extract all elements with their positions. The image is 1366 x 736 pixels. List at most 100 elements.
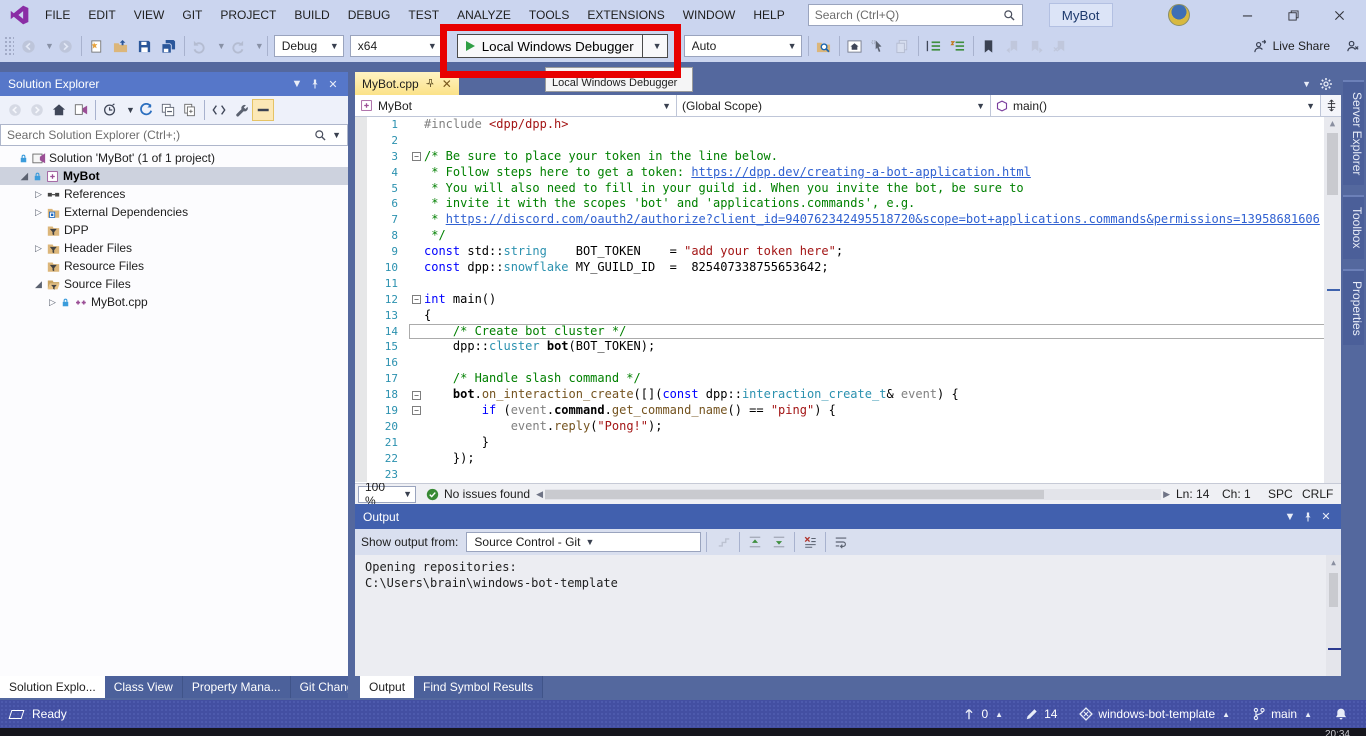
tree-item-mybot[interactable]: ◢MyBot — [0, 167, 348, 185]
solution-platforms-dropdown[interactable]: x64▼ — [350, 35, 442, 57]
toolbar-grip[interactable] — [4, 36, 14, 56]
fold-collapse-box-icon[interactable]: − — [409, 387, 424, 403]
status-pending-edits[interactable]: 14 — [1025, 707, 1057, 721]
menu-view[interactable]: VIEW — [125, 0, 174, 30]
code-line-10[interactable]: 10const dpp::snowflake MY_GUILD_ID = 825… — [355, 260, 1341, 276]
output-console[interactable]: Opening repositories:C:\Users\brain\wind… — [355, 555, 1341, 676]
close-button[interactable] — [1316, 0, 1362, 30]
code-line-5[interactable]: 5 * You will also need to fill in your g… — [355, 181, 1341, 197]
window-position-chevron-icon[interactable]: ▼ — [1281, 511, 1299, 523]
editor-horizontal-scrollbar[interactable]: ◀ ▶ — [536, 489, 1170, 500]
editor-vertical-scrollbar[interactable]: ▲ — [1324, 117, 1341, 483]
menu-test[interactable]: TEST — [399, 0, 448, 30]
breakpoint-margin[interactable] — [355, 451, 367, 467]
pin-icon[interactable] — [425, 78, 436, 89]
redo-icon[interactable] — [226, 34, 250, 58]
fold-collapse-box-icon[interactable]: − — [409, 292, 424, 308]
collapse-all-icon[interactable] — [157, 99, 179, 121]
panel-tab-find-symbol-results[interactable]: Find Symbol Results — [414, 676, 543, 698]
properties-wrench-icon[interactable] — [230, 99, 252, 121]
tab-list-chevron-icon[interactable]: ▼ — [1302, 79, 1311, 89]
health-indicator[interactable]: No issues found — [426, 487, 530, 501]
code-line-17[interactable]: 17 /* Handle slash command */ — [355, 371, 1341, 387]
code-line-7[interactable]: 7 * https://discord.com/oauth2/authorize… — [355, 212, 1341, 228]
menu-window[interactable]: WINDOW — [674, 0, 745, 30]
tree-item-header-files[interactable]: ▷Header Files — [0, 239, 348, 257]
project-quick-launch-button[interactable]: MyBot — [1049, 3, 1113, 27]
debug-target-auto-dropdown[interactable]: Auto▼ — [684, 35, 802, 57]
window-home-icon[interactable] — [843, 34, 867, 58]
type-scope-dropdown[interactable]: (Global Scope)▼ — [677, 95, 991, 116]
tool-tab-solution-explo[interactable]: Solution Explo... — [0, 676, 105, 698]
scroll-right-icon[interactable]: ▶ — [1163, 489, 1170, 500]
breakpoint-margin[interactable] — [355, 244, 367, 260]
home-icon[interactable] — [48, 99, 70, 121]
selection-pointer-icon[interactable] — [867, 34, 891, 58]
tree-item-external-dependencies[interactable]: ▷External Dependencies — [0, 203, 348, 221]
panel-splitter[interactable] — [348, 72, 355, 676]
code-line-11[interactable]: 11 — [355, 276, 1341, 292]
breakpoint-margin[interactable] — [355, 165, 367, 181]
breakpoint-margin[interactable] — [355, 149, 367, 165]
menu-help[interactable]: HELP — [744, 0, 793, 30]
status-commits-outgoing[interactable]: 0▲ — [962, 707, 1003, 721]
solution-configurations-dropdown[interactable]: Debug▼ — [274, 35, 344, 57]
tree-item-source-files[interactable]: ◢Source Files — [0, 275, 348, 293]
breakpoint-margin[interactable] — [355, 387, 367, 403]
menu-extensions[interactable]: EXTENSIONS — [578, 0, 673, 30]
menu-analyze[interactable]: ANALYZE — [448, 0, 520, 30]
scrollbar-thumb[interactable] — [1327, 133, 1338, 195]
next-bookmark-icon[interactable] — [1025, 34, 1049, 58]
send-feedback-icon[interactable] — [1340, 34, 1364, 58]
side-tab-server-explorer[interactable]: Server Explorer — [1343, 80, 1364, 185]
code-line-15[interactable]: 15 dpp::cluster bot(BOT_TOKEN); — [355, 339, 1341, 355]
code-line-18[interactable]: 18− bot.on_interaction_create([](const d… — [355, 387, 1341, 403]
expand-arrow-icon[interactable]: ▷ — [32, 207, 45, 218]
tree-item-solution-mybot-1-of-1-project[interactable]: Solution 'MyBot' (1 of 1 project) — [0, 149, 348, 167]
minimize-button[interactable] — [1224, 0, 1270, 30]
quick-search-input[interactable]: Search (Ctrl+Q) — [808, 4, 1023, 26]
code-line-23[interactable]: 23 — [355, 467, 1341, 483]
breakpoint-margin[interactable] — [355, 228, 367, 244]
breakpoint-margin[interactable] — [355, 403, 367, 419]
restore-button[interactable] — [1270, 0, 1316, 30]
open-file-icon[interactable] — [109, 34, 133, 58]
code-line-3[interactable]: 3−/* Be sure to place your token in the … — [355, 149, 1341, 165]
scrollbar-thumb[interactable] — [545, 490, 1044, 499]
menu-debug[interactable]: DEBUG — [339, 0, 400, 30]
breakpoint-margin[interactable] — [355, 196, 367, 212]
back-icon[interactable] — [4, 99, 26, 121]
menu-git[interactable]: GIT — [173, 0, 211, 30]
code-line-6[interactable]: 6 * invite it with the scopes 'bot' and … — [355, 196, 1341, 212]
breakpoint-margin[interactable] — [355, 435, 367, 451]
save-icon[interactable] — [133, 34, 157, 58]
clear-bookmarks-icon[interactable] — [1049, 34, 1073, 58]
comment-lines-icon[interactable] — [922, 34, 946, 58]
tool-tab-class-view[interactable]: Class View — [105, 676, 183, 698]
tree-item-mybot-cpp[interactable]: ▷MyBot.cpp — [0, 293, 348, 311]
code-line-21[interactable]: 21 } — [355, 435, 1341, 451]
split-editor-button[interactable] — [1321, 95, 1341, 116]
window-position-chevron-icon[interactable]: ▼ — [288, 78, 306, 90]
code-editor[interactable]: 1#include <dpp/dpp.h>23−/* Be sure to pl… — [355, 117, 1341, 483]
code-line-16[interactable]: 16 — [355, 355, 1341, 371]
code-line-14[interactable]: 14 /* Create bot cluster */ — [355, 324, 1341, 340]
code-line-2[interactable]: 2 — [355, 133, 1341, 149]
breakpoint-margin[interactable] — [355, 339, 367, 355]
collapse-arrow-icon[interactable]: ◢ — [18, 171, 31, 182]
side-tab-properties[interactable]: Properties — [1343, 269, 1364, 346]
next-message-icon[interactable] — [767, 530, 791, 554]
code-line-1[interactable]: 1#include <dpp/dpp.h> — [355, 117, 1341, 133]
copy-disabled-icon[interactable] — [891, 34, 915, 58]
breakpoint-margin[interactable] — [355, 117, 367, 133]
preview-selected-icon[interactable] — [252, 99, 274, 121]
menu-file[interactable]: FILE — [36, 0, 79, 30]
menu-tools[interactable]: TOOLS — [520, 0, 578, 30]
close-tab-icon[interactable]: ✕ — [442, 77, 452, 91]
tree-item-dpp[interactable]: DPP — [0, 221, 348, 239]
pending-filter-icon[interactable] — [99, 99, 121, 121]
document-tab-mybot-cpp[interactable]: MyBot.cpp ✕ — [355, 72, 459, 95]
refresh-icon[interactable] — [135, 99, 157, 121]
breakpoint-margin[interactable] — [355, 212, 367, 228]
fold-collapse-box-icon[interactable]: − — [409, 403, 424, 419]
